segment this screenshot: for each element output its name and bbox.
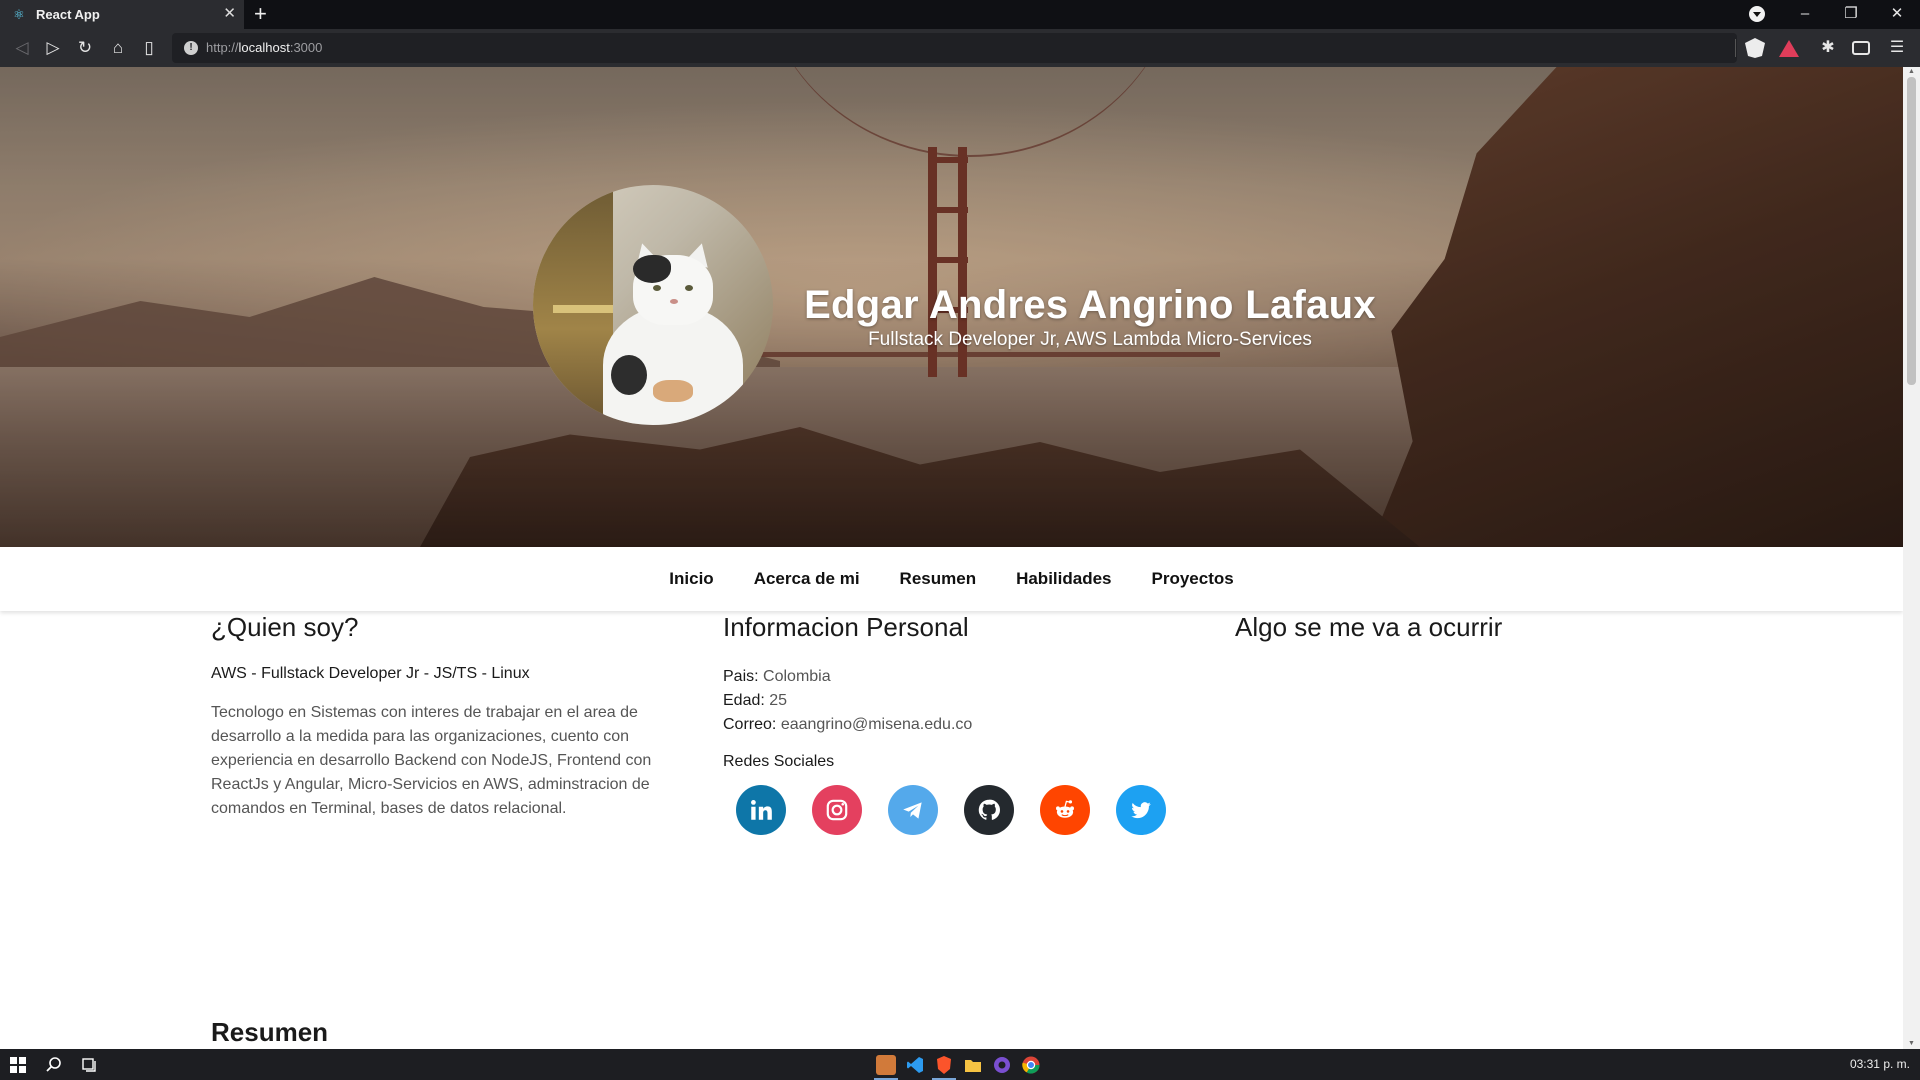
url-text[interactable]: http://localhost:3000 — [206, 40, 322, 55]
extra-title: Algo se me va a ocurrir — [1235, 612, 1503, 642]
page-scrollbar[interactable]: ▲ ▼ — [1903, 67, 1920, 1049]
personal-info-section: Informacion Personal Pais: Colombia Edad… — [723, 612, 1188, 835]
scroll-down-icon[interactable]: ▼ — [1903, 1039, 1920, 1049]
hero-role: Fullstack Developer Jr, AWS Lambda Micro… — [868, 329, 1312, 350]
nav-habilidades[interactable]: Habilidades — [996, 569, 1131, 589]
forward-button[interactable]: ▷ — [42, 37, 64, 59]
social-links — [723, 785, 1188, 835]
react-favicon-icon: ⚛ — [13, 6, 25, 22]
close-window-button[interactable]: ✕ — [1882, 4, 1912, 24]
nav-acerca-de-mi[interactable]: Acerca de mi — [734, 569, 880, 589]
vscode-icon[interactable] — [905, 1055, 925, 1075]
about-subtitle: AWS - Fullstack Developer Jr - JS/TS - L… — [211, 665, 530, 682]
os-taskbar: 03:31 p. m. — [0, 1049, 1920, 1080]
avatar-shelf — [553, 305, 613, 313]
country-label: Pais: — [723, 668, 759, 685]
linkedin-link[interactable] — [736, 785, 786, 835]
github-link[interactable] — [964, 785, 1014, 835]
age-value: 25 — [769, 692, 788, 709]
nav-resumen[interactable]: Resumen — [880, 569, 997, 589]
close-tab-icon[interactable]: ✕ — [223, 6, 236, 22]
page-viewport: Edgar Andres Angrino Lafaux Fullstack De… — [0, 67, 1903, 1049]
personal-info-title: Informacion Personal — [723, 612, 969, 642]
main-navbar: Inicio Acerca de mi Resumen Habilidades … — [0, 547, 1903, 611]
cat-eye — [685, 285, 693, 291]
browser-tab-bar: ⚛ React App ✕ + – ❐ ✕ — [0, 0, 1920, 29]
tab-title: React App — [36, 7, 100, 22]
url-port: :3000 — [289, 40, 323, 55]
nav-inicio[interactable]: Inicio — [649, 569, 733, 589]
scroll-thumb[interactable] — [1907, 77, 1916, 385]
url-host: localhost — [238, 40, 290, 55]
about-title: ¿Quien soy? — [211, 612, 359, 642]
github-icon — [978, 799, 1000, 820]
twitter-icon — [1131, 802, 1151, 819]
cat-nose — [670, 299, 678, 304]
email-label: Correo: — [723, 716, 777, 733]
windows-start-icon[interactable] — [8, 1055, 28, 1075]
chrome-icon[interactable] — [1021, 1055, 1041, 1075]
reddit-link[interactable] — [1040, 785, 1090, 835]
about-description: Tecnologo en Sistemas con interes de tra… — [211, 704, 652, 817]
info-email: Correo: eaangrino@misena.edu.co — [723, 713, 1188, 737]
instagram-icon — [826, 799, 848, 821]
search-icon[interactable] — [44, 1055, 64, 1075]
email-value: eaangrino@misena.edu.co — [780, 716, 973, 733]
twitter-link[interactable] — [1116, 785, 1166, 835]
bookmark-button[interactable]: ▯ — [138, 37, 160, 59]
browser-toolbar: ◁ ▷ ↻ ⌂ ▯ ! http://localhost:3000 ✱ ☰ — [0, 29, 1920, 67]
cat-eye — [653, 285, 661, 291]
home-button[interactable]: ⌂ — [107, 37, 129, 59]
telegram-icon — [903, 802, 922, 819]
nav-proyectos[interactable]: Proyectos — [1132, 569, 1254, 589]
brave-browser-icon[interactable] — [934, 1055, 954, 1075]
hero-banner: Edgar Andres Angrino Lafaux Fullstack De… — [0, 67, 1903, 547]
task-view-icon[interactable] — [80, 1055, 100, 1075]
restore-button[interactable]: ❐ — [1836, 4, 1866, 24]
info-country: Pais: Colombia — [723, 665, 1188, 689]
about-section: ¿Quien soy? AWS - Fullstack Developer Jr… — [211, 612, 676, 821]
back-button[interactable]: ◁ — [11, 37, 33, 59]
instagram-link[interactable] — [812, 785, 862, 835]
hero-name: Edgar Andres Angrino Lafaux — [804, 283, 1376, 327]
minimize-button[interactable]: – — [1790, 4, 1820, 24]
brave-shields-icon[interactable] — [1745, 38, 1765, 58]
cat-spot — [611, 355, 647, 395]
new-tab-button[interactable]: + — [254, 3, 267, 25]
wallet-icon[interactable] — [1852, 41, 1870, 55]
menu-icon[interactable]: ☰ — [1887, 38, 1907, 58]
tab-search-icon[interactable] — [1749, 6, 1765, 22]
site-info-icon[interactable]: ! — [184, 41, 198, 55]
address-bar[interactable]: ! http://localhost:3000 — [172, 33, 1737, 63]
info-age: Edad: 25 — [723, 689, 1188, 713]
cat-patch — [633, 255, 671, 283]
browser-tab[interactable]: ⚛ React App ✕ — [0, 0, 244, 29]
telegram-link[interactable] — [888, 785, 938, 835]
linkedin-icon — [751, 800, 772, 820]
file-explorer-icon[interactable] — [963, 1055, 983, 1075]
social-networks-title: Redes Sociales — [723, 753, 835, 770]
extensions-icon[interactable]: ✱ — [1818, 38, 1838, 58]
brave-rewards-icon[interactable] — [1779, 40, 1799, 57]
taskbar-clock[interactable]: 03:31 p. m. — [1850, 1057, 1910, 1071]
reload-button[interactable]: ↻ — [74, 37, 96, 59]
url-scheme: http:// — [206, 40, 239, 55]
taskbar-app-icon[interactable] — [876, 1055, 896, 1075]
scroll-up-icon[interactable]: ▲ — [1903, 67, 1920, 77]
toolbar-divider — [1735, 39, 1736, 57]
reddit-icon — [1056, 800, 1074, 818]
github-desktop-icon[interactable] — [992, 1055, 1012, 1075]
cat-paws — [653, 380, 693, 402]
age-label: Edad: — [723, 692, 765, 709]
resumen-title: Resumen — [211, 1017, 329, 1047]
country-value: Colombia — [763, 668, 831, 685]
profile-avatar — [533, 185, 773, 425]
extra-section: Algo se me va a ocurrir — [1235, 612, 1700, 665]
